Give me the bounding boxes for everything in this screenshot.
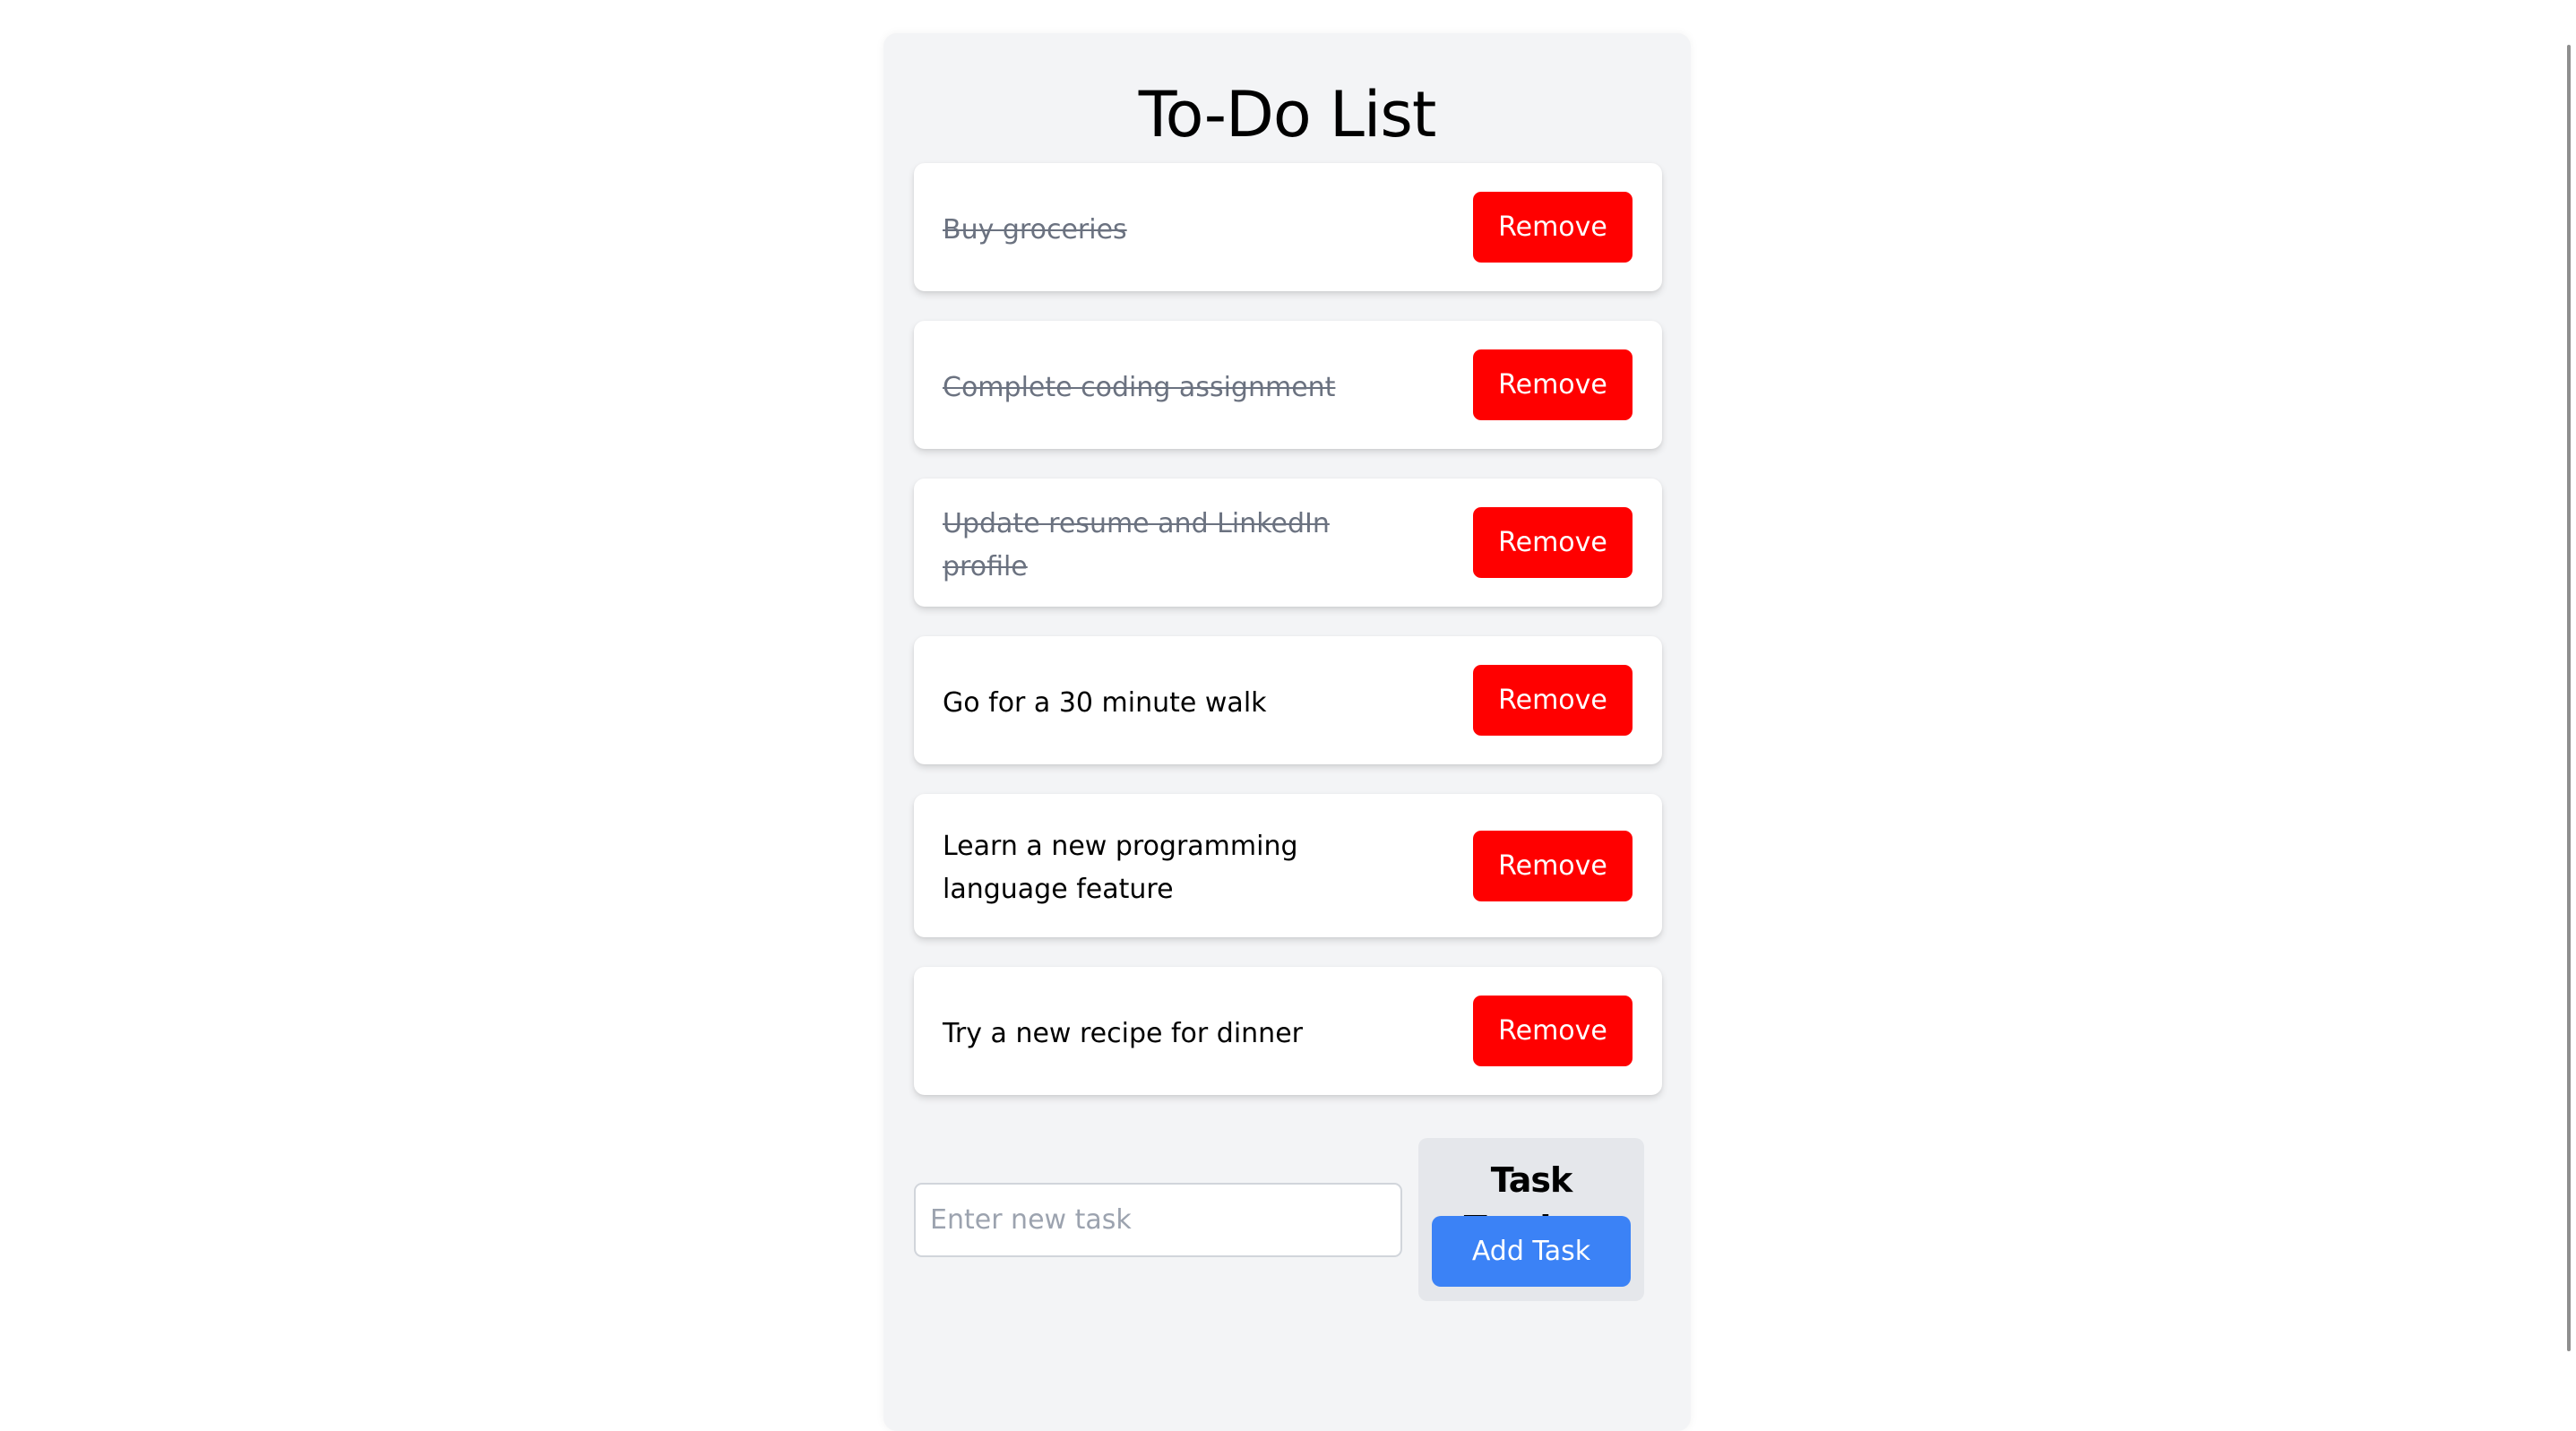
task-text[interactable]: Try a new recipe for dinner (943, 1007, 1303, 1056)
add-task-row: Task Tracker Add Task (914, 1138, 1662, 1301)
task-item: Learn a new programming language feature… (914, 794, 1662, 937)
remove-button[interactable]: Remove (1473, 192, 1633, 263)
task-item: Complete coding assignment Remove (914, 321, 1662, 449)
task-item: Update resume and LinkedIn profile Remov… (914, 478, 1662, 607)
task-item: Try a new recipe for dinner Remove (914, 967, 1662, 1095)
task-tracker-panel: Task Tracker Add Task (1418, 1138, 1644, 1301)
task-item: Buy groceries Remove (914, 163, 1662, 291)
task-text[interactable]: Update resume and LinkedIn profile (943, 497, 1409, 589)
page-title: To-Do List (1138, 78, 1437, 151)
add-task-button[interactable]: Add Task (1432, 1216, 1631, 1287)
remove-button[interactable]: Remove (1473, 830, 1633, 901)
task-item: Go for a 30 minute walk Remove (914, 636, 1662, 764)
task-text[interactable]: Buy groceries (943, 203, 1127, 252)
remove-button[interactable]: Remove (1473, 507, 1633, 578)
vertical-scrollbar[interactable] (2567, 45, 2571, 1351)
remove-button[interactable]: Remove (1473, 996, 1633, 1066)
task-text[interactable]: Go for a 30 minute walk (943, 677, 1267, 725)
remove-button[interactable]: Remove (1473, 665, 1633, 736)
new-task-input[interactable] (914, 1183, 1402, 1257)
todo-container: To-Do List Buy groceries Remove Complete… (883, 33, 1691, 1431)
remove-button[interactable]: Remove (1473, 349, 1633, 420)
task-list: Buy groceries Remove Complete coding ass… (914, 163, 1662, 1125)
task-text[interactable]: Complete coding assignment (943, 361, 1335, 409)
task-text[interactable]: Learn a new programming language feature (943, 820, 1409, 911)
